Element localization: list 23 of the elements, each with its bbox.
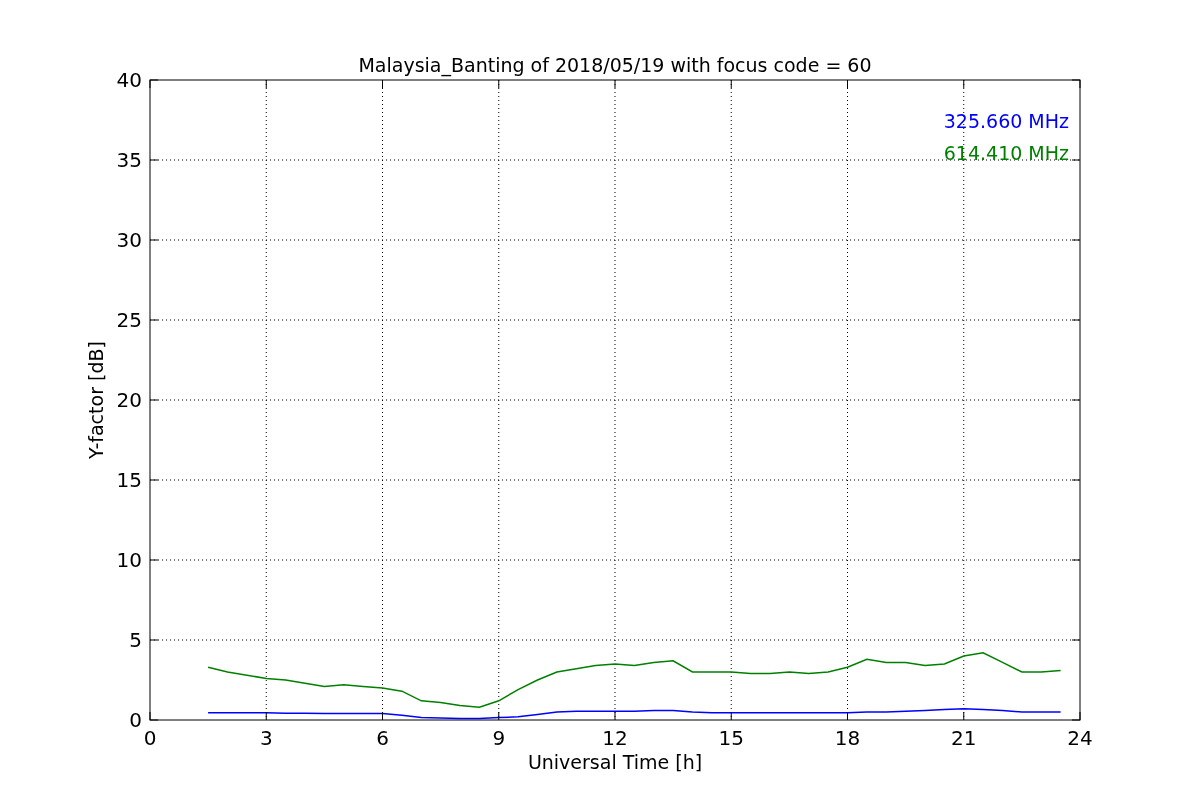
y-tick-label: 30: [116, 228, 142, 252]
x-tick-label: 12: [602, 726, 628, 750]
y-tick-label: 0: [129, 708, 142, 732]
x-axis-label: Universal Time [h]: [527, 751, 703, 773]
x-tick-label: 24: [1067, 726, 1093, 750]
y-tick-label: 40: [116, 68, 142, 92]
y-tick-label: 25: [116, 308, 142, 332]
y-tick-label: 20: [116, 388, 142, 412]
y-axis-label: Y-factor [dB]: [85, 341, 107, 459]
x-tick-label: 15: [718, 726, 744, 750]
chart-title: Malaysia_Banting of 2018/05/19 with focus code = 60: [358, 54, 872, 76]
y-tick-label: 5: [129, 628, 142, 652]
legend-label: 614.410 MHz: [943, 142, 1069, 164]
legend-label: 325.660 MHz: [943, 110, 1069, 132]
x-tick-label: 9: [492, 726, 506, 750]
x-tick-label: 6: [376, 726, 389, 750]
y-tick-label: 35: [116, 148, 142, 172]
x-tick-label: 18: [834, 726, 861, 750]
x-tick-label: 3: [259, 726, 273, 750]
y-tick-label: 15: [116, 468, 142, 492]
x-tick-label: 21: [951, 726, 977, 750]
y-tick-label: 10: [116, 548, 142, 572]
x-tick-label: 0: [143, 726, 157, 750]
